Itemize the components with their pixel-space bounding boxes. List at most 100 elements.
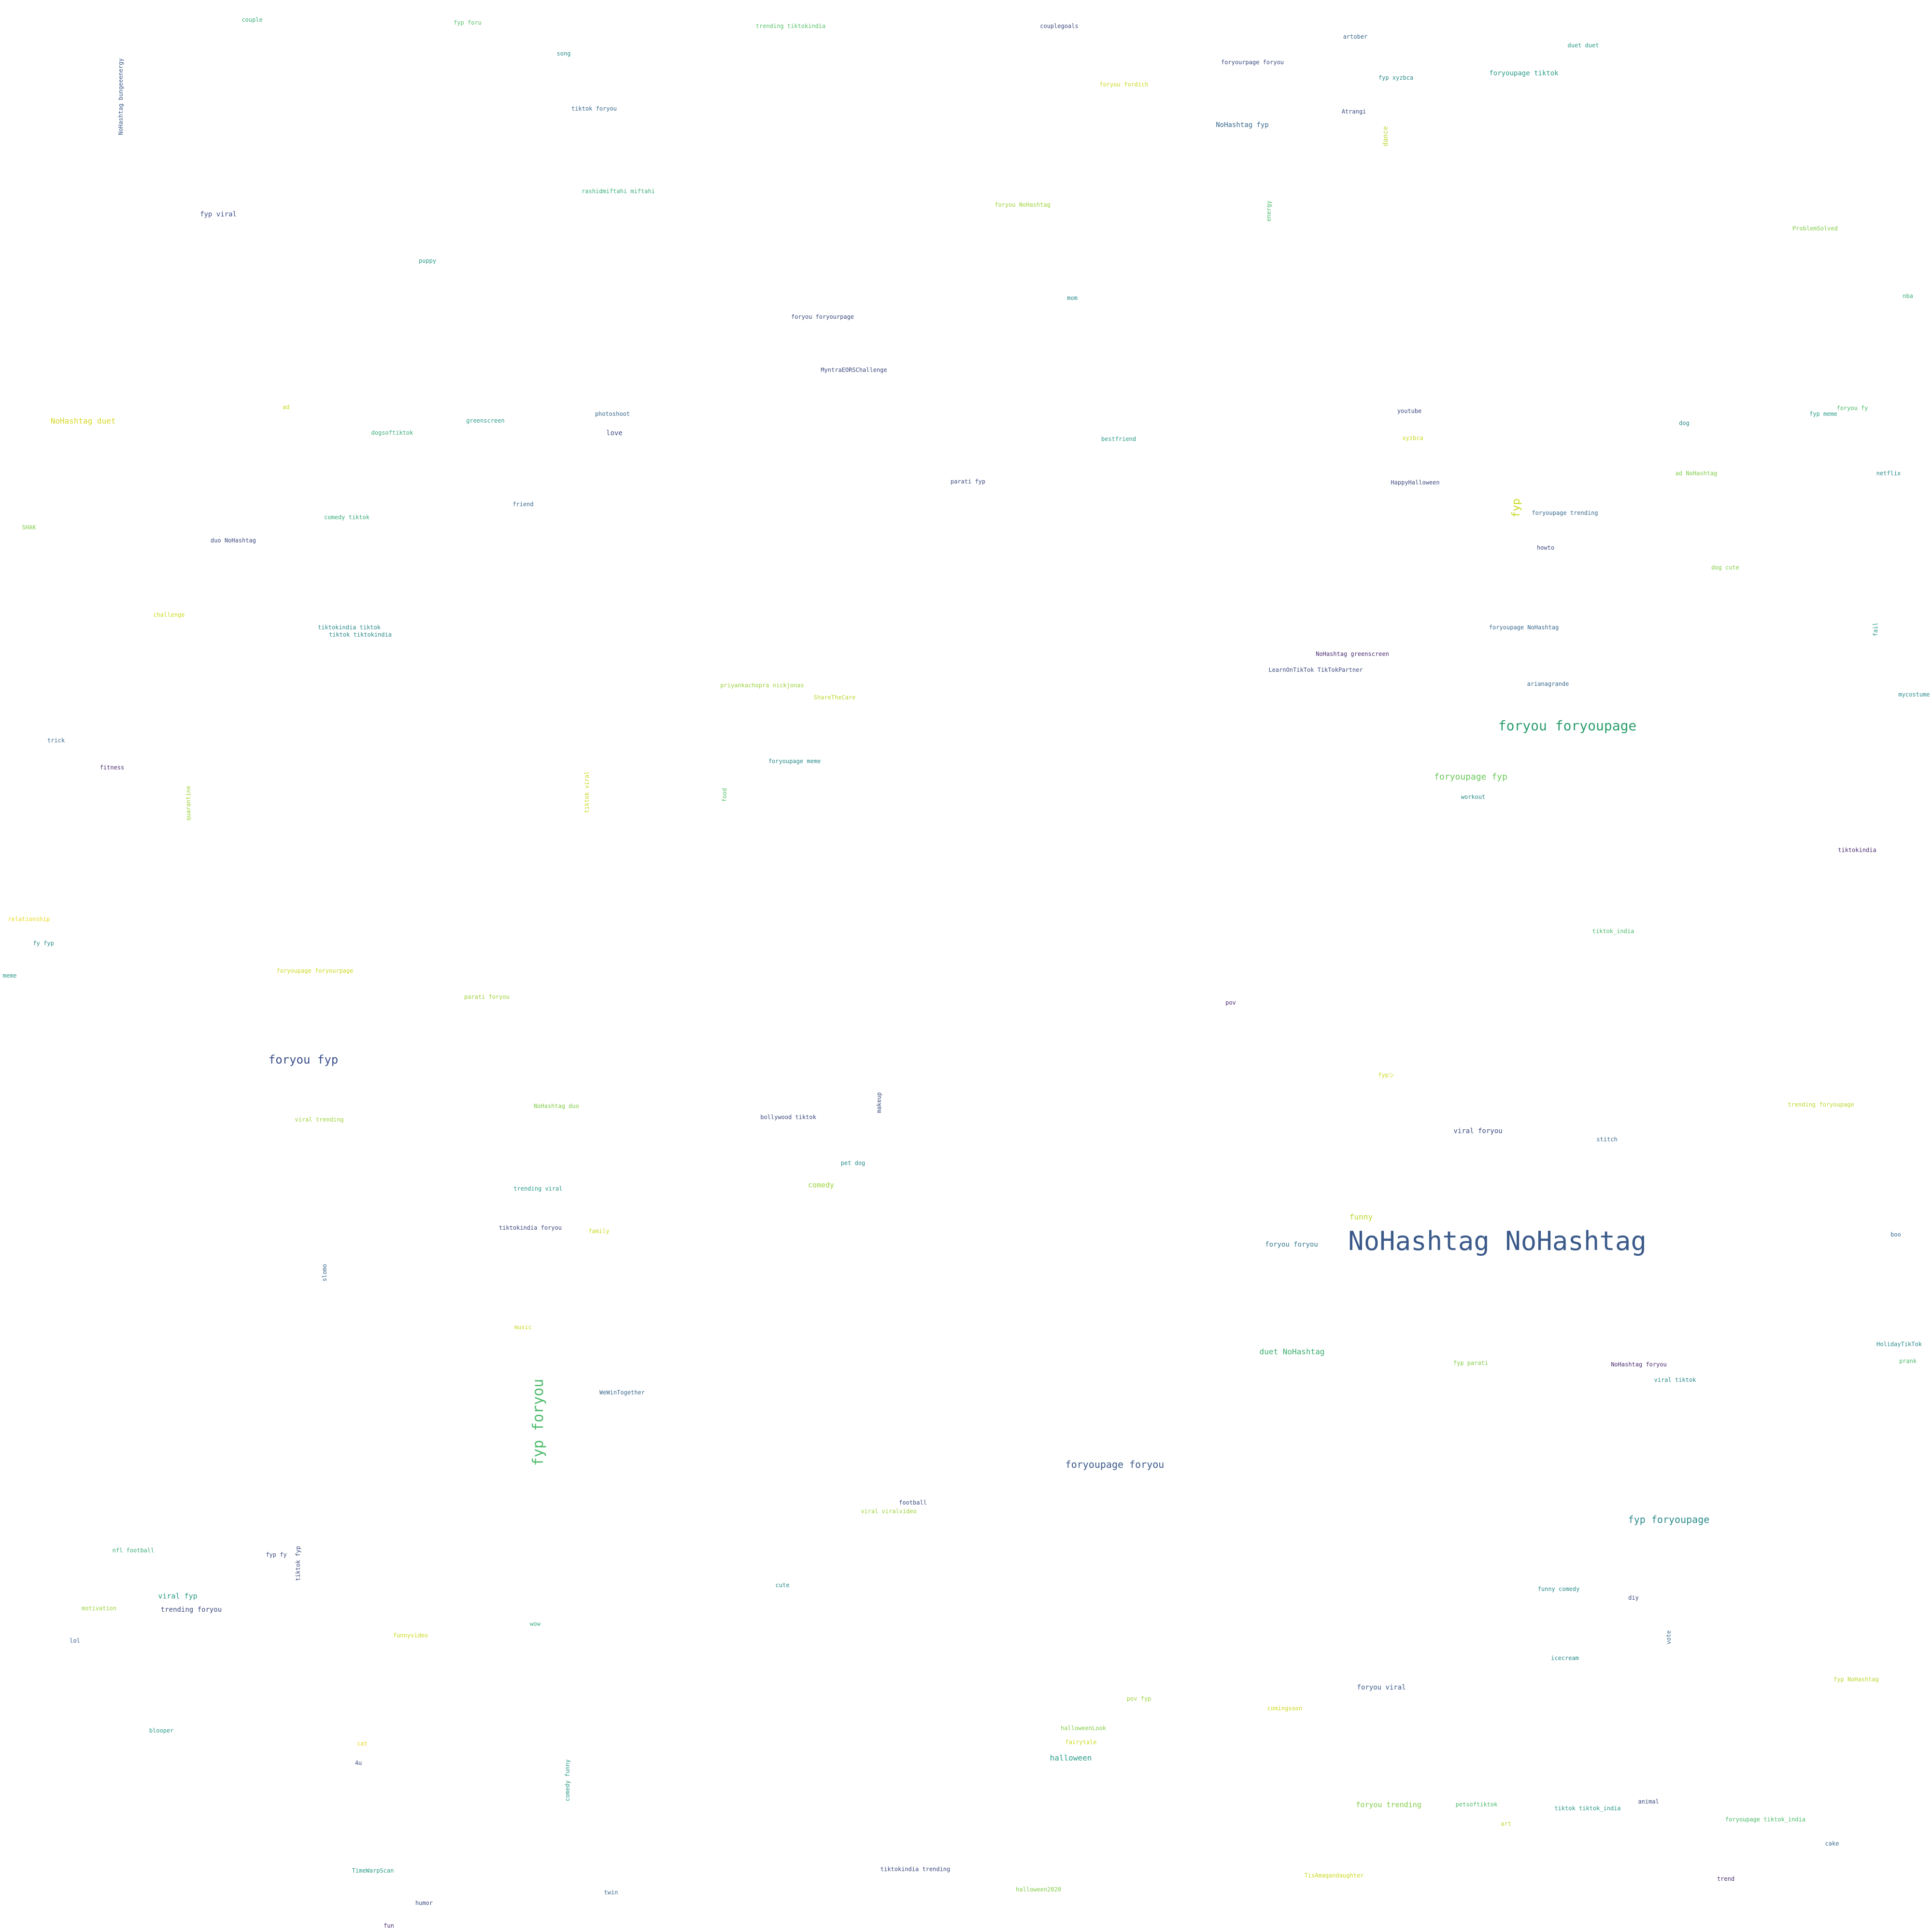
- word-wewintogether: WeWinTogether: [599, 1389, 645, 1396]
- word-foryoupage-tiktok-india: foryoupage tiktok_india: [1725, 1816, 1806, 1823]
- word-prank: prank: [1899, 1358, 1917, 1364]
- word-ad: ad: [282, 404, 290, 411]
- word-tiktok-foryou: tiktok foryou: [571, 105, 617, 112]
- word-fyp-parati: fyp parati: [1453, 1360, 1489, 1366]
- word-trending-foryoupage: trending foryoupage: [1788, 1101, 1854, 1108]
- word-parati-fyp: parati fyp: [950, 478, 986, 485]
- word-foryoupage-tiktok: foryoupage tiktok: [1489, 70, 1559, 77]
- word-halloweenlook: halloweenLook: [1061, 1725, 1106, 1732]
- word-fail: fail: [1872, 622, 1879, 637]
- word-foryou-fordich: foryou fordich: [1099, 81, 1149, 88]
- word-foryourpage-foryou: foryourpage foryou: [1221, 59, 1284, 66]
- word-foryou-foryoupage: foryou foryoupage: [1498, 718, 1637, 734]
- word-food: food: [721, 788, 728, 802]
- word-youtube: youtube: [1397, 408, 1422, 414]
- word-comedy: comedy: [808, 1180, 835, 1190]
- word-trend: trend: [1717, 1875, 1735, 1882]
- word-couple: couple: [242, 16, 263, 23]
- word-foryou-trending: foryou trending: [1356, 1800, 1421, 1809]
- word-fun: fun: [384, 1922, 394, 1929]
- word-foryoupage-foryou: foryoupage foryou: [1065, 1459, 1165, 1470]
- word-fyp-xyzbca: fyp xyzbca: [1378, 74, 1414, 81]
- word-family: family: [588, 1228, 610, 1235]
- word-fitness: fitness: [99, 764, 125, 771]
- word-pov-fyp: pov fyp: [1126, 1695, 1151, 1702]
- word-nohashtag-fyp: NoHashtag fyp: [1216, 121, 1269, 129]
- word-nohashtag-greenscreen: NoHashtag greenscreen: [1316, 651, 1389, 657]
- word-fyp-fy: fyp fy: [266, 1551, 287, 1558]
- word-fyp-meme: fyp meme: [1809, 411, 1837, 417]
- word-shak: SHAK: [22, 524, 36, 531]
- word-mycostume: mycostume: [1898, 691, 1930, 698]
- word-tiktok-tiktokindia: tiktok tiktokindia: [328, 631, 392, 638]
- word-fyp-viral: fyp viral: [200, 211, 237, 218]
- word-motivation: motivation: [81, 1605, 117, 1612]
- word-fyp-foryoupage: fyp foryoupage: [1628, 1514, 1710, 1525]
- word-animal: animal: [1638, 1798, 1659, 1805]
- word-trending-foryou: trending foryou: [160, 1606, 222, 1614]
- word-cute: cute: [775, 1582, 790, 1589]
- word-sharethecare: ShareTheCare: [813, 694, 856, 701]
- word-cloud: NoHashtag NoHashtag foryou foryoupage fyp …: [0, 0, 1932, 1932]
- word-pov: pov: [1225, 999, 1236, 1006]
- word-comedy-tiktok: comedy tiktok: [324, 514, 369, 521]
- word-fairytale: fairytale: [1065, 1739, 1097, 1746]
- word-xyzbca: xyzbca: [1402, 435, 1423, 441]
- word-icecream: icecream: [1551, 1655, 1579, 1662]
- word-fyp-foru: fyp foru: [454, 19, 482, 26]
- word-tiktok-tiktok-india: tiktok tiktok_india: [1554, 1805, 1621, 1812]
- word-tiktok-fyp: tiktok fyp: [295, 1546, 301, 1581]
- word-song: song: [556, 50, 571, 57]
- word-mom: mom: [1067, 295, 1078, 301]
- word-meme: meme: [2, 972, 17, 979]
- word-myntraeorschallenge: MyntraEORSChallenge: [821, 367, 887, 373]
- word-music: music: [514, 1324, 532, 1331]
- word-cat: cat: [357, 1740, 368, 1747]
- word-fy-fyp: fy fyp: [33, 940, 54, 947]
- word-foryou-nohashtag: foryou NoHashtag: [994, 201, 1051, 208]
- word-comingsoon: comingsoon: [1267, 1705, 1303, 1712]
- word-holidaytiktok: HolidayTikTok: [1876, 1341, 1922, 1348]
- word-petsoftiktok: petsoftiktok: [1455, 1801, 1498, 1808]
- word-fyp-nohashtag: fyp NoHashtag: [1833, 1676, 1879, 1683]
- word-cake: cake: [1825, 1840, 1839, 1847]
- word-foryoupage-fyp: foryoupage fyp: [1434, 772, 1507, 782]
- word-problemsolved: ProblemSolved: [1792, 225, 1838, 232]
- word-arianagrande: arianagrande: [1527, 681, 1569, 687]
- word-foryoupage-meme: foryoupage meme: [768, 758, 821, 765]
- word-bollywood-tiktok: bollywood tiktok: [760, 1114, 816, 1121]
- word-twin: twin: [604, 1889, 618, 1896]
- word-viral-viralvideo: viral viralvideo: [861, 1508, 917, 1515]
- word-viral-fyp: viral fyp: [158, 1591, 198, 1601]
- word-nohashtag-duet: NoHashtag duet: [50, 416, 116, 426]
- word-trending-viral: trending viral: [513, 1185, 563, 1192]
- word-duet-nohashtag: duet NoHashtag: [1259, 1347, 1325, 1356]
- word-lol: lol: [70, 1637, 80, 1644]
- word-timewarpscan: TimeWarpScan: [352, 1867, 394, 1874]
- word-foryoupage-nohashtag: foryoupage NoHashtag: [1489, 624, 1559, 631]
- word-nba: nba: [1903, 293, 1913, 299]
- word-foryou-viral: foryou viral: [1357, 1684, 1406, 1691]
- word-nohashtag-bungeeenergy: NoHashtag bungeeenergy: [117, 58, 124, 135]
- word-howto: howto: [1536, 544, 1555, 551]
- word-nohashtag-foryou: NoHashtag foryou: [1611, 1361, 1667, 1368]
- word-bestfriend: bestfriend: [1101, 436, 1136, 442]
- word-dogsoftiktok: dogsoftiktok: [371, 429, 413, 436]
- word-dog: dog: [1679, 420, 1690, 426]
- word-nohashtag-duo: NoHashtag duo: [534, 1103, 579, 1109]
- word-artober: artober: [1343, 33, 1368, 40]
- word-funny-comedy: funny comedy: [1537, 1586, 1580, 1592]
- word-couplegoals: couplegoals: [1040, 23, 1079, 29]
- word-halloween2020: halloween2020: [1016, 1886, 1061, 1893]
- word-learnontiktok-tiktokpartner: LearnOnTikTok TikTokPartner: [1268, 667, 1363, 673]
- word-nfl-football: nfl football: [112, 1547, 155, 1554]
- word-foryoupage-trending: foryoupage trending: [1532, 510, 1598, 516]
- word-parati-foryou: parati foryou: [464, 994, 510, 1000]
- word-duet-duet: duet duet: [1567, 42, 1599, 49]
- word-fyp: fypシ: [1378, 1072, 1394, 1079]
- word-tisamagandaughter: TisAmagandaughter: [1304, 1872, 1364, 1879]
- word-stitch: stitch: [1596, 1136, 1618, 1143]
- word-fyp-foryou: fyp foryou: [530, 1378, 547, 1466]
- word-tiktokindia-trending: tiktokindia trending: [880, 1866, 951, 1873]
- word-dance: dance: [1382, 126, 1390, 147]
